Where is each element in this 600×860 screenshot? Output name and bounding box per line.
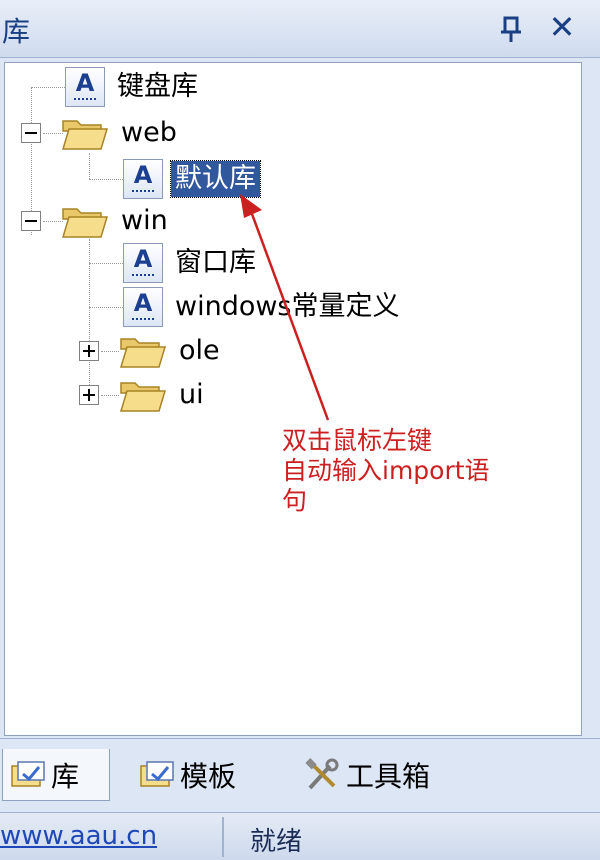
tree-item-label: 窗口库 [175, 247, 256, 278]
website-link[interactable]: www.aau.cn [0, 821, 157, 851]
tree-line [101, 395, 119, 396]
tree-item-ole[interactable]: ole [119, 331, 224, 371]
status-bar: www.aau.cn 就绪 [0, 812, 600, 860]
tree-item-label: web [121, 117, 177, 148]
tree-item-window-lib[interactable]: A 窗口库 [123, 243, 260, 283]
tree-line [89, 263, 125, 264]
tree-line [43, 221, 63, 222]
tab-label: 库 [51, 759, 80, 793]
tree-item-label: 键盘库 [117, 71, 198, 102]
tree-item-label: ui [179, 379, 204, 410]
folder-open-icon [119, 338, 167, 368]
tree-item-ui[interactable]: ui [119, 375, 208, 415]
expand-toggle-ole[interactable] [79, 341, 99, 361]
tab-label: 模板 [180, 760, 237, 793]
close-icon[interactable]: ✕ [545, 10, 579, 44]
tree-line [89, 153, 90, 179]
library-icon: A [123, 243, 163, 283]
library-tab-icon [11, 760, 45, 787]
tab-label: 工具箱 [346, 760, 431, 793]
tree-item-label: windows常量定义 [175, 291, 400, 322]
folder-open-icon [119, 382, 167, 412]
tree-item-label: ole [179, 335, 220, 366]
tree-item-label-selected: 默认库 [170, 160, 261, 198]
annotation-line: 双击鼠标左键 [282, 426, 433, 455]
annotation-text: 双击鼠标左键 自动输入import语 句 [282, 426, 582, 516]
library-icon: A [65, 67, 105, 107]
panel-title: 库 [2, 15, 31, 48]
template-tab-icon [140, 761, 174, 787]
collapse-toggle-win[interactable] [21, 211, 41, 231]
tree-line [101, 351, 119, 352]
library-icon: A [123, 287, 163, 327]
tree-item-keyboard-lib[interactable]: A 键盘库 [65, 67, 202, 107]
tree-item-default-lib[interactable]: A 默认库 [123, 159, 261, 199]
pin-icon[interactable] [496, 14, 526, 44]
annotation-line: 句 [282, 486, 308, 515]
status-divider [222, 817, 224, 857]
panel-titlebar: 库 ✕ [0, 0, 600, 58]
tree-line [89, 179, 125, 180]
panel-tabs: 库 模板 工具箱 [0, 738, 600, 810]
tree-line [31, 87, 67, 88]
tree-line [89, 307, 125, 308]
library-tree[interactable]: A 键盘库 web A 默认库 win A 窗口库 A windows常量定义 [4, 62, 582, 736]
tab-toolbox[interactable]: 工具箱 [300, 749, 480, 801]
annotation-line: 自动输入import语 [282, 456, 490, 485]
tree-item-label: win [121, 205, 168, 236]
status-text: 就绪 [250, 827, 303, 857]
tab-library[interactable]: 库 [2, 749, 110, 801]
tree-item-web[interactable]: web [61, 113, 181, 153]
tools-icon [305, 758, 339, 790]
folder-open-icon [61, 208, 109, 238]
collapse-toggle-web[interactable] [21, 123, 41, 143]
expand-toggle-ui[interactable] [79, 385, 99, 405]
tab-templates[interactable]: 模板 [134, 749, 274, 801]
library-icon: A [123, 159, 163, 199]
tree-item-win[interactable]: win [61, 201, 172, 241]
folder-open-icon [61, 120, 109, 150]
tree-item-windows-constants[interactable]: A windows常量定义 [123, 287, 404, 327]
tree-line [43, 133, 63, 134]
